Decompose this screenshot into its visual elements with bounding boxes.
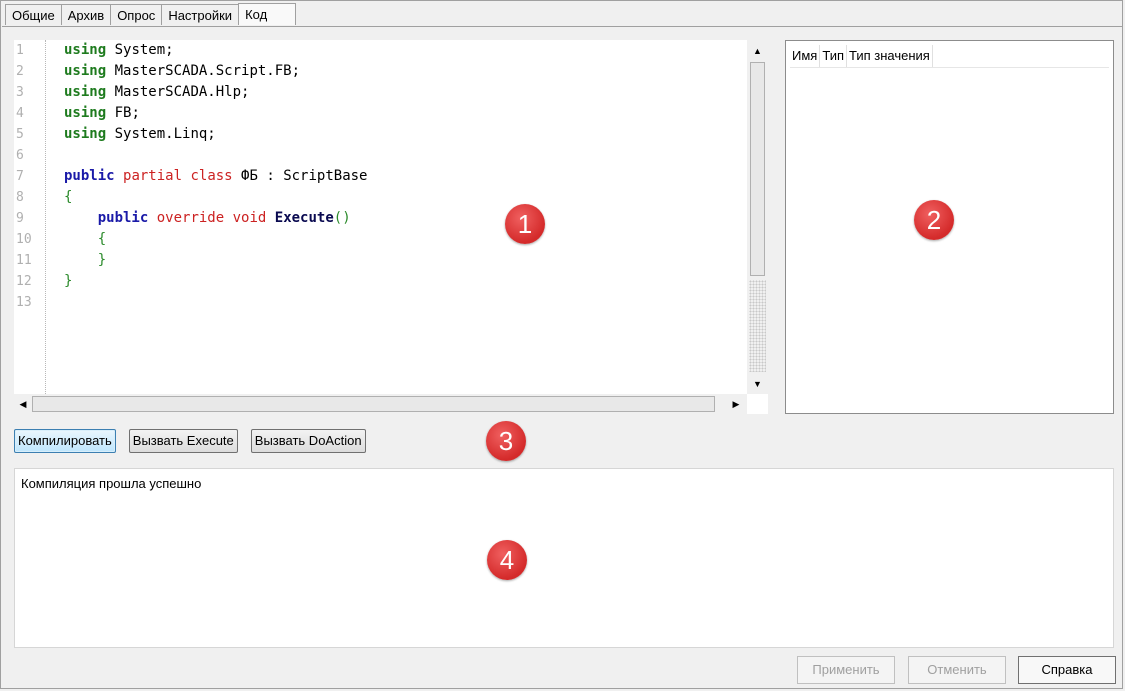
line-number: 9 <box>16 211 24 226</box>
code-line: using MasterSCADA.Hlp; <box>64 82 744 103</box>
code-token: { <box>64 189 73 205</box>
line-number: 2 <box>16 64 24 79</box>
code-token: using <box>64 105 107 121</box>
code-token: using <box>64 126 107 142</box>
tab-settings[interactable]: Настройки <box>161 4 240 25</box>
code-token: { <box>97 231 107 247</box>
code-line: using MasterSCADA.Script.FB; <box>64 61 744 82</box>
code-token: } <box>97 252 107 268</box>
horizontal-scrollbar[interactable]: ◀ ▶ <box>14 394 747 414</box>
code-token: Execute <box>274 210 334 226</box>
line-number-gutter: 1 2 3 4 5 6 7 8 9 10 11 12 13 <box>14 40 46 394</box>
line-number: 12 <box>16 274 32 289</box>
scroll-up-icon[interactable]: ▲ <box>749 42 766 59</box>
code-token: } <box>64 273 73 289</box>
call-execute-button[interactable]: Вызвать Execute <box>128 429 238 453</box>
vertical-scroll-thumb[interactable] <box>750 62 765 276</box>
code-line: using System; <box>64 40 744 61</box>
code-editor[interactable]: 1 2 3 4 5 6 7 8 9 10 11 12 13 using System; using Mas… <box>14 40 768 414</box>
action-buttons: Компилировать Вызвать Execute Вызвать Do… <box>14 429 366 453</box>
code-token: using <box>64 63 107 79</box>
vertical-scroll-track[interactable] <box>749 280 766 372</box>
code-token: () <box>333 210 351 226</box>
code-token: class <box>190 168 233 184</box>
apply-button[interactable]: Применить <box>797 656 895 684</box>
variables-table-header: Имя Тип Тип значения <box>790 45 933 67</box>
output-message: Компиляция прошла успешно <box>21 476 202 491</box>
code-line: } <box>64 271 744 292</box>
code-line: ​ <box>64 145 744 166</box>
code-token: System; <box>106 42 174 58</box>
line-number: 1 <box>16 43 24 58</box>
code-token: public <box>97 210 149 226</box>
code-text-area[interactable]: using System; using MasterSCADA.Script.FB… <box>64 40 744 394</box>
scroll-right-icon[interactable]: ▶ <box>728 396 744 412</box>
tab-divider <box>2 26 1123 27</box>
code-token: using <box>64 84 107 100</box>
line-number: 6 <box>16 148 24 163</box>
line-number: 7 <box>16 169 24 184</box>
code-line: using System.Linq; <box>64 124 744 145</box>
tab-bar: Общие Архив Опрос Настройки Код <box>5 3 297 26</box>
column-type[interactable]: Тип <box>820 45 847 67</box>
code-token: FB; <box>106 105 140 121</box>
tab-archive[interactable]: Архив <box>60 4 112 25</box>
column-name[interactable]: Имя <box>790 45 821 67</box>
code-token: override <box>156 210 225 226</box>
code-line: { <box>64 187 744 208</box>
marker-4: 4 <box>487 540 527 580</box>
scroll-left-icon[interactable]: ◀ <box>15 396 31 412</box>
cancel-button[interactable]: Отменить <box>908 656 1006 684</box>
horizontal-scroll-thumb[interactable] <box>32 396 715 412</box>
marker-3: 3 <box>486 421 526 461</box>
dialog-buttons: Применить Отменить Справка <box>0 656 1125 684</box>
compiler-output[interactable]: Компиляция прошла успешно <box>14 468 1114 648</box>
code-token: void <box>232 210 267 226</box>
call-doaction-button[interactable]: Вызвать DoAction <box>250 429 366 453</box>
code-line: using FB; <box>64 103 744 124</box>
code-token: MasterSCADA.Script.FB; <box>106 63 301 79</box>
code-token: MasterSCADA.Hlp; <box>106 84 250 100</box>
tab-polling[interactable]: Опрос <box>110 4 163 25</box>
marker-2: 2 <box>914 200 954 240</box>
code-line: ​ <box>64 292 744 313</box>
marker-1: 1 <box>505 204 545 244</box>
code-token: partial <box>123 168 183 184</box>
header-divider <box>790 67 1109 68</box>
line-number: 3 <box>16 85 24 100</box>
code-token: using <box>64 42 107 58</box>
help-button[interactable]: Справка <box>1018 656 1116 684</box>
vertical-scrollbar[interactable]: ▲ ▼ <box>747 40 768 394</box>
line-number: 11 <box>16 253 32 268</box>
code-line: public override void Execute() <box>64 208 744 229</box>
code-line: { <box>64 229 744 250</box>
line-number: 4 <box>16 106 24 121</box>
line-number: 13 <box>16 295 32 310</box>
line-number: 8 <box>16 190 24 205</box>
tab-code[interactable]: Код <box>238 3 297 25</box>
code-line: public partial class ФБ : ScriptBase <box>64 166 744 187</box>
code-token: public <box>64 168 115 184</box>
scroll-down-icon[interactable]: ▼ <box>749 375 766 392</box>
column-value-type[interactable]: Тип значения <box>847 45 933 67</box>
tab-general[interactable]: Общие <box>5 4 62 25</box>
compile-button[interactable]: Компилировать <box>14 429 116 453</box>
code-token: ФБ : ScriptBase <box>232 168 368 184</box>
code-token: System.Linq; <box>106 126 216 142</box>
line-number: 5 <box>16 127 24 142</box>
line-number: 10 <box>16 232 32 247</box>
code-line: } <box>64 250 744 271</box>
